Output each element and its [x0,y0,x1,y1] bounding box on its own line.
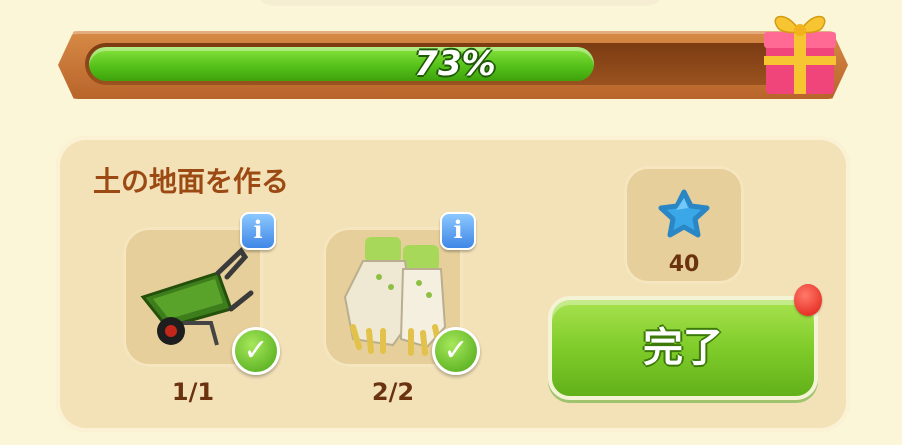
notification-dot [794,284,822,316]
check-icon: ✓ [432,327,480,375]
item-info-button-gloves[interactable]: i [440,212,476,250]
gift-box-icon[interactable] [760,0,840,98]
task-title: 土の地面を作る [93,165,290,198]
top-panel-edge [250,0,670,6]
blue-star-icon [658,189,710,238]
complete-button[interactable]: 完了 [548,296,818,400]
check-icon: ✓ [232,327,280,375]
reward-amount: 40 [668,252,700,277]
progress-percent: 73% [414,44,496,84]
item-count-gloves: 2/2 [371,378,415,406]
item-count-wheelbarrow: 1/1 [171,378,215,406]
item-info-button-wheelbarrow[interactable]: i [240,212,276,250]
